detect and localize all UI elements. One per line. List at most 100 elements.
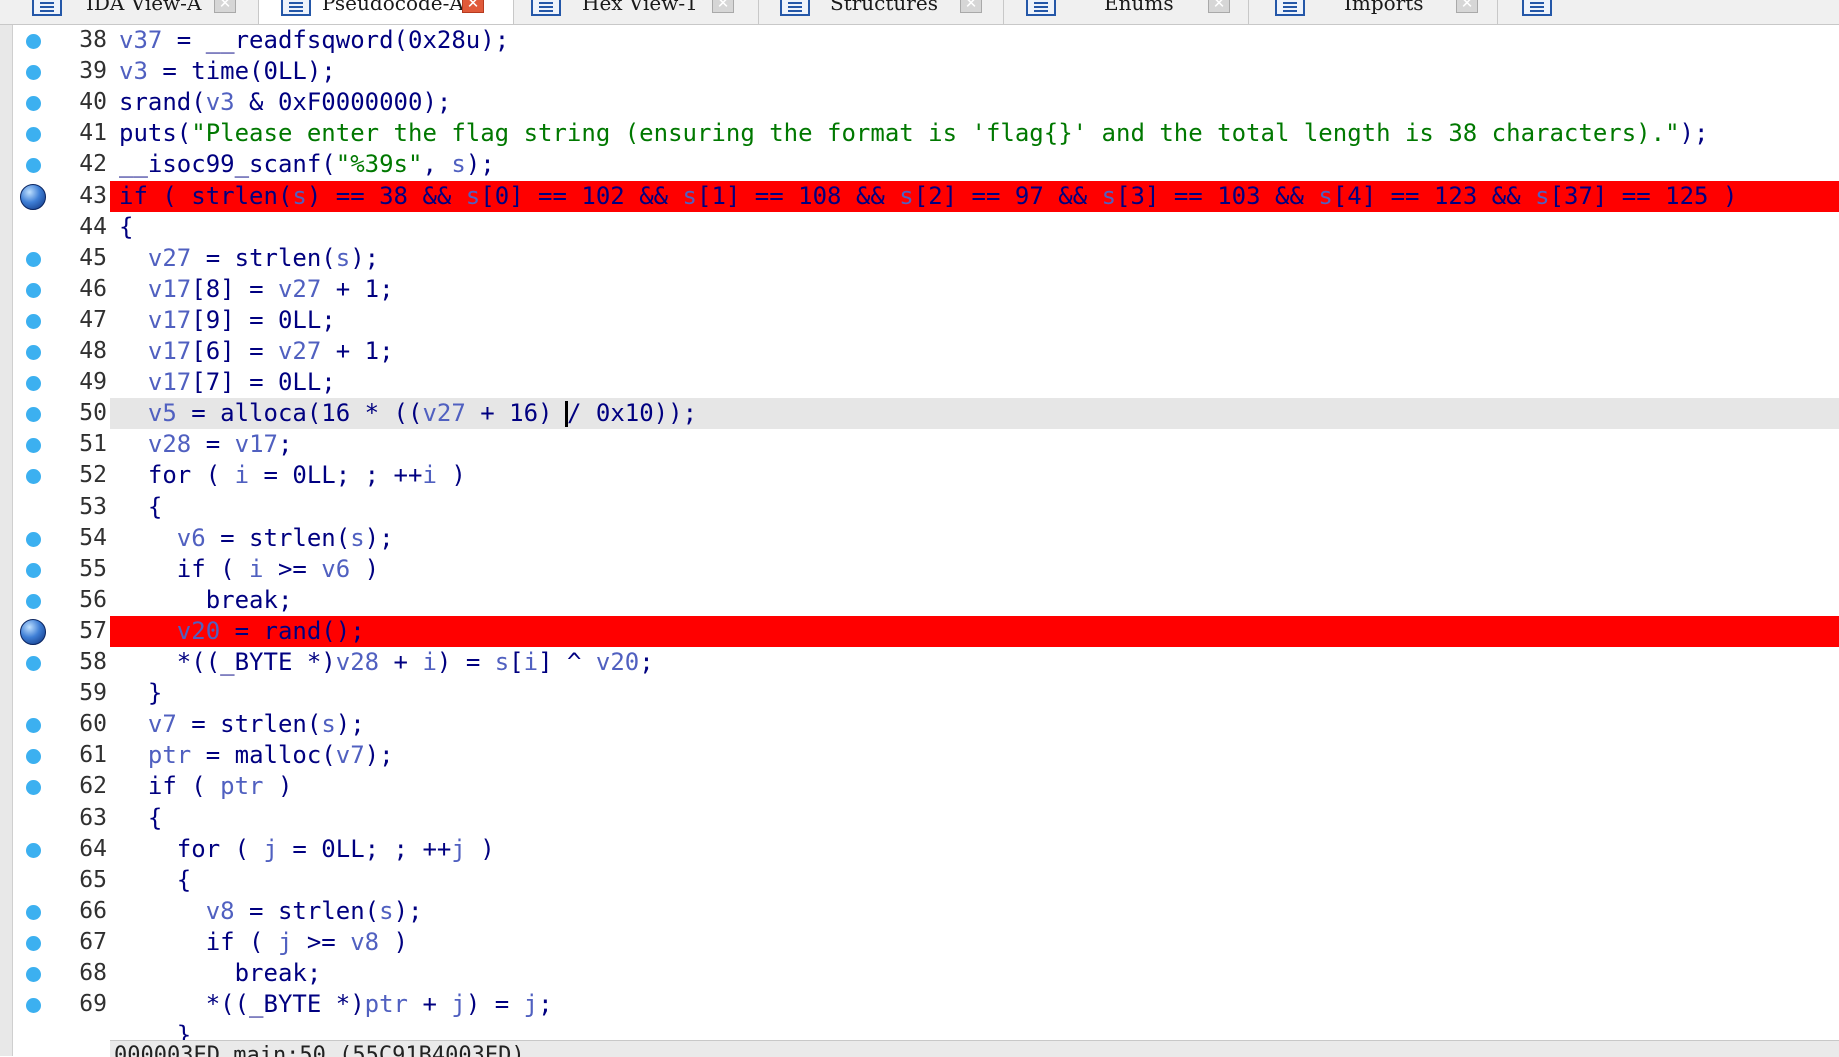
executable-line-dot-icon[interactable] bbox=[26, 158, 41, 174]
executable-line-dot-icon[interactable] bbox=[26, 438, 41, 454]
gutter-row[interactable]: 64 bbox=[13, 834, 110, 865]
code-line[interactable]: break; bbox=[110, 585, 1839, 616]
code-line[interactable]: { bbox=[110, 492, 1839, 523]
tab-hex-view-1[interactable]: Hex View-1 ✕ bbox=[514, 0, 759, 24]
executable-line-dot-icon[interactable] bbox=[26, 313, 41, 329]
executable-line-dot-icon[interactable] bbox=[26, 842, 41, 858]
gutter-row[interactable]: 61 bbox=[13, 740, 110, 771]
gutter-row[interactable]: 39 bbox=[13, 56, 110, 87]
executable-line-dot-icon[interactable] bbox=[26, 593, 41, 609]
executable-line-dot-icon[interactable] bbox=[26, 967, 41, 982]
code-line[interactable]: v17[7] = 0LL; bbox=[110, 367, 1839, 398]
executable-line-dot-icon[interactable] bbox=[26, 562, 41, 578]
tab-ida-view-a[interactable]: IDA View-A ✕ bbox=[0, 0, 259, 24]
executable-line-dot-icon[interactable] bbox=[26, 904, 41, 920]
code-line[interactable]: { bbox=[110, 803, 1839, 834]
executable-line-dot-icon[interactable] bbox=[26, 718, 41, 734]
code-line[interactable]: v17[9] = 0LL; bbox=[110, 305, 1839, 336]
gutter-row[interactable]: 43 bbox=[13, 181, 110, 212]
breakpoint-code-line[interactable]: v20 = rand(); bbox=[110, 615, 1839, 647]
pseudocode-editor[interactable]: v37 = __readfsqword(0x28u); v3 = time(0LL… bbox=[110, 25, 1839, 1049]
gutter-row[interactable]: 54 bbox=[13, 523, 110, 554]
gutter-row[interactable]: 45 bbox=[13, 243, 110, 274]
gutter-row[interactable]: 55 bbox=[13, 554, 110, 585]
gutter-row[interactable]: 69 bbox=[13, 989, 110, 1020]
executable-line-dot-icon[interactable] bbox=[26, 469, 41, 485]
gutter-row[interactable] bbox=[13, 1020, 110, 1051]
code-line[interactable]: for ( i = 0LL; ; ++i ) bbox=[110, 460, 1839, 491]
executable-line-dot-icon[interactable] bbox=[26, 345, 41, 360]
gutter-row[interactable]: 59 bbox=[13, 678, 110, 709]
code-line[interactable]: v8 = strlen(s); bbox=[110, 896, 1839, 927]
code-line[interactable]: if ( ptr ) bbox=[110, 771, 1839, 802]
close-tab-icon[interactable]: ✕ bbox=[960, 0, 982, 13]
breakpoint-icon[interactable] bbox=[20, 618, 46, 645]
executable-line-dot-icon[interactable] bbox=[26, 531, 41, 547]
gutter-row[interactable]: 56 bbox=[13, 585, 110, 616]
code-line[interactable]: if ( i >= v6 ) bbox=[110, 554, 1839, 585]
gutter-row[interactable]: 63 bbox=[13, 803, 110, 834]
executable-line-dot-icon[interactable] bbox=[26, 656, 41, 671]
line-number-gutter[interactable]: 38 39 40 41 42 43 44 45 46 47 48 49 50 51 52 53 54 55 56 57… bbox=[13, 25, 110, 1056]
gutter-row[interactable]: 38 bbox=[13, 25, 110, 56]
gutter-row[interactable]: 57 bbox=[13, 616, 110, 647]
code-line[interactable]: { bbox=[110, 865, 1839, 896]
gutter-row[interactable]: 42 bbox=[13, 149, 110, 180]
code-line[interactable]: v6 = strlen(s); bbox=[110, 523, 1839, 554]
executable-line-dot-icon[interactable] bbox=[26, 65, 41, 81]
code-line[interactable]: ptr = malloc(v7); bbox=[110, 740, 1839, 771]
executable-line-dot-icon[interactable] bbox=[26, 935, 41, 951]
gutter-row[interactable]: 49 bbox=[13, 367, 110, 398]
close-tab-icon[interactable]: ✕ bbox=[1208, 0, 1230, 13]
close-tab-icon[interactable]: ✕ bbox=[462, 0, 484, 13]
code-line[interactable]: for ( j = 0LL; ; ++j ) bbox=[110, 834, 1839, 865]
code-line[interactable]: if ( j >= v8 ) bbox=[110, 927, 1839, 958]
gutter-row[interactable]: 41 bbox=[13, 118, 110, 149]
gutter-row[interactable]: 44 bbox=[13, 212, 110, 243]
executable-line-dot-icon[interactable] bbox=[26, 282, 41, 298]
gutter-row[interactable]: 65 bbox=[13, 865, 110, 896]
code-line[interactable]: v7 = strlen(s); bbox=[110, 709, 1839, 740]
close-tab-icon[interactable]: ✕ bbox=[1456, 0, 1478, 13]
code-line[interactable]: v28 = v17; bbox=[110, 429, 1839, 460]
gutter-row[interactable]: 60 bbox=[13, 709, 110, 740]
code-line[interactable]: srand(v3 & 0xF0000000); bbox=[110, 87, 1839, 118]
executable-line-dot-icon[interactable] bbox=[26, 376, 41, 392]
executable-line-dot-icon[interactable] bbox=[26, 96, 41, 112]
tab-pseudocode-a[interactable]: Pseudocode-A ✕ bbox=[259, 0, 514, 24]
gutter-row[interactable]: 40 bbox=[13, 87, 110, 118]
gutter-row[interactable]: 46 bbox=[13, 274, 110, 305]
code-line[interactable]: v37 = __readfsqword(0x28u); bbox=[110, 25, 1839, 56]
gutter-row[interactable]: 51 bbox=[13, 429, 110, 460]
close-tab-icon[interactable]: ✕ bbox=[712, 0, 734, 13]
executable-line-dot-icon[interactable] bbox=[26, 998, 41, 1014]
breakpoint-icon[interactable] bbox=[20, 183, 46, 210]
code-line[interactable]: v17[8] = v27 + 1; bbox=[110, 274, 1839, 305]
code-line[interactable]: { bbox=[110, 212, 1839, 243]
executable-line-dot-icon[interactable] bbox=[26, 749, 41, 765]
gutter-row[interactable]: 48 bbox=[13, 336, 110, 367]
code-line[interactable]: v27 = strlen(s); bbox=[110, 243, 1839, 274]
gutter-row[interactable]: 58 bbox=[13, 647, 110, 678]
code-line[interactable]: *((_BYTE *)v28 + i) = s[i] ^ v20; bbox=[110, 647, 1839, 678]
code-line[interactable]: *((_BYTE *)ptr + j) = j; bbox=[110, 989, 1839, 1020]
gutter-row[interactable]: 50 bbox=[13, 398, 110, 429]
gutter-row[interactable]: 66 bbox=[13, 896, 110, 927]
executable-line-dot-icon[interactable] bbox=[26, 34, 41, 49]
tab-enums[interactable]: Enums ✕ bbox=[1004, 0, 1249, 24]
code-line[interactable]: break; bbox=[110, 958, 1839, 989]
gutter-row[interactable]: 68 bbox=[13, 958, 110, 989]
breakpoint-code-line[interactable]: if ( strlen(s) == 38 && s[0] == 102 && s… bbox=[110, 180, 1839, 212]
code-line[interactable]: v3 = time(0LL); bbox=[110, 56, 1839, 87]
code-line[interactable]: puts("Please enter the flag string (ensu… bbox=[110, 118, 1839, 149]
gutter-row[interactable]: 67 bbox=[13, 927, 110, 958]
gutter-row[interactable]: 62 bbox=[13, 771, 110, 802]
code-line[interactable]: __isoc99_scanf("%39s", s); bbox=[110, 149, 1839, 180]
gutter-row[interactable]: 53 bbox=[13, 492, 110, 523]
executable-line-dot-icon[interactable] bbox=[26, 127, 41, 143]
gutter-row[interactable]: 52 bbox=[13, 460, 110, 491]
tab-imports[interactable]: Imports ✕ bbox=[1249, 0, 1498, 24]
tab-overflow-icon[interactable] bbox=[1522, 0, 1552, 16]
tab-structures[interactable]: Structures ✕ bbox=[759, 0, 1004, 24]
close-tab-icon[interactable]: ✕ bbox=[214, 0, 236, 13]
